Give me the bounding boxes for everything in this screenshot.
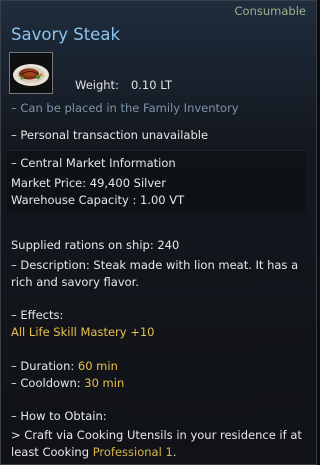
cooldown-label: – Cooldown:: [11, 376, 85, 390]
duration-row: – Duration: 60 min: [11, 359, 118, 373]
supplied-rations: Supplied rations on ship: 240: [11, 238, 180, 252]
item-title: Savory Steak: [11, 25, 120, 44]
obtain-label: – How to Obtain:: [11, 409, 107, 423]
warehouse-capacity: Warehouse Capacity : 1.00 VT: [11, 193, 185, 207]
obtain-prefix: least Cooking: [11, 445, 93, 459]
steak-plate-icon: [9, 52, 53, 94]
cooldown-row: – Cooldown: 30 min: [11, 376, 124, 390]
cooldown-value: 30 min: [84, 376, 125, 390]
effects-label: – Effects:: [11, 308, 64, 322]
weight-label: Weight:: [75, 78, 119, 92]
market-header: – Central Market Information: [11, 156, 176, 170]
weight-value: 0.10 LT: [130, 78, 173, 92]
item-category: Consumable: [234, 4, 306, 18]
effects-value: All Life Skill Mastery +10: [11, 325, 155, 339]
item-tooltip: Consumable Savory Steak Weight: 0.10 LT –…: [0, 0, 317, 465]
obtain-highlight: Professional 1: [92, 445, 173, 459]
family-inventory-note: – Can be placed in the Family Inventory: [11, 101, 239, 115]
description-line-2: rich and savory flavor.: [11, 275, 140, 289]
duration-value: 60 min: [77, 359, 118, 373]
market-price: Market Price: 49,400 Silver: [11, 176, 166, 190]
obtain-suffix: .: [172, 445, 177, 459]
duration-label: – Duration:: [11, 359, 78, 373]
description-line-1: – Description: Steak made with lion meat…: [11, 258, 299, 272]
personal-transaction-note: – Personal transaction unavailable: [11, 128, 209, 142]
obtain-line-2: least Cooking Professional 1.: [11, 445, 176, 459]
obtain-line-1: > Craft via Cooking Utensils in your res…: [11, 428, 302, 442]
weight-row: Weight: 0.10 LT: [75, 78, 172, 92]
